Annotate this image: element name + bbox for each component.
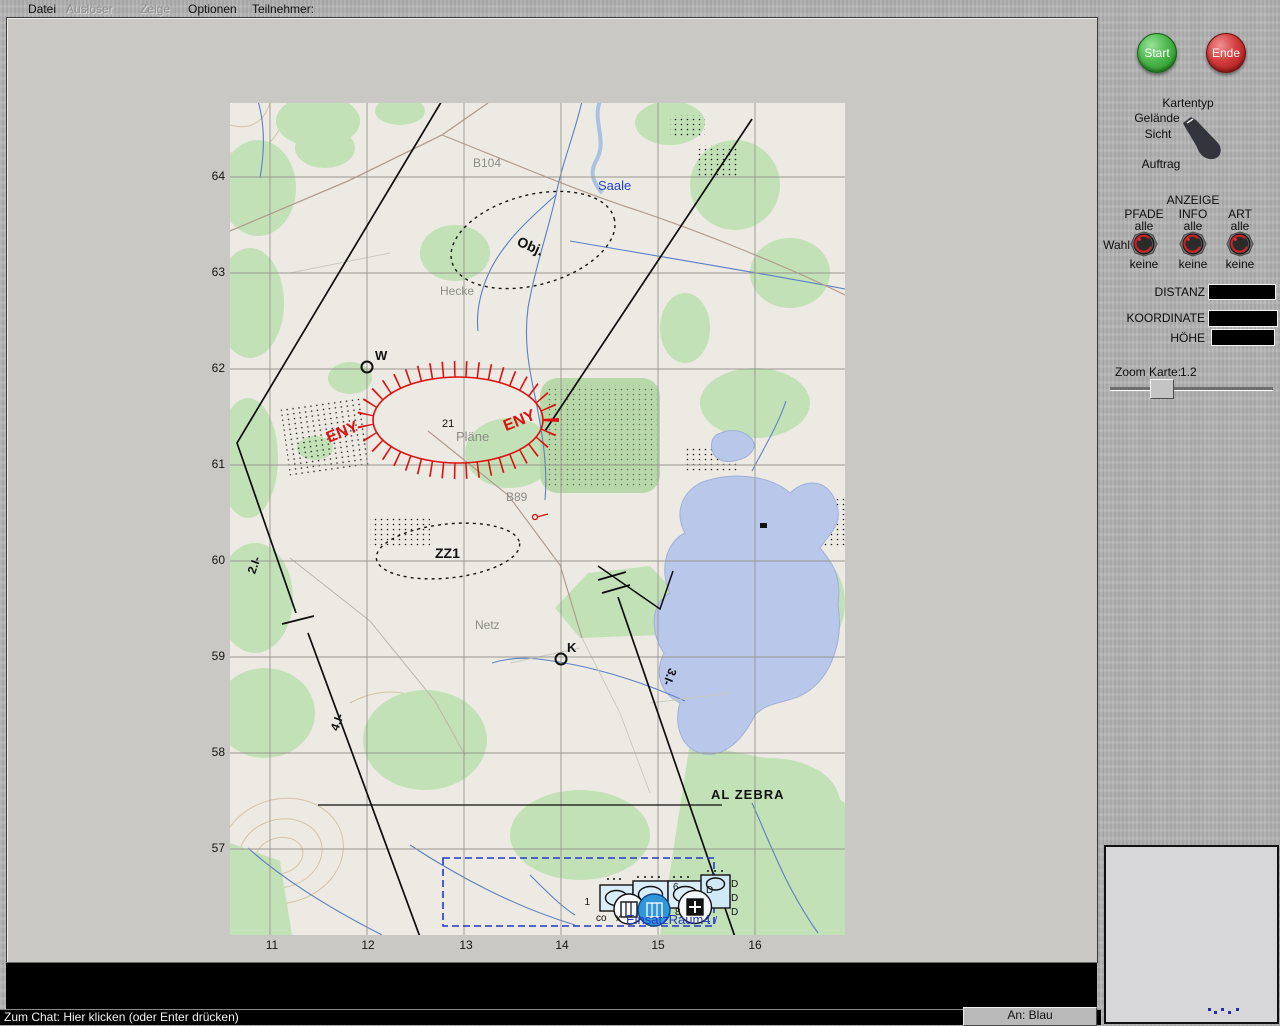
mini-unit-mark: [1221, 1008, 1224, 1011]
grid-label-y: 63: [211, 265, 225, 279]
distanz-label: DISTANZ: [1154, 285, 1205, 299]
grid-label-x: 14: [555, 938, 569, 952]
label-k: K: [567, 640, 577, 655]
grid-label-y: 64: [211, 169, 225, 183]
zoom-slider-track[interactable]: [1110, 387, 1273, 391]
mini-unit-mark: [1228, 1011, 1231, 1014]
unit-mark-8: 8: [675, 907, 681, 918]
unit-mark-d: D: [731, 879, 738, 890]
ende-button[interactable]: Ende: [1206, 33, 1246, 73]
gelaende-option[interactable]: Gelände: [1134, 111, 1179, 125]
mini-info-box: [1104, 845, 1279, 1024]
menu-datei[interactable]: Datei: [28, 2, 56, 16]
pfade-keine-label: keine: [1129, 257, 1159, 271]
unit-mark-d: D: [706, 885, 713, 896]
label-b89: B89: [506, 490, 528, 504]
menu-bar: Datei Auslöser Zeige Optionen Teilnehmer…: [0, 0, 1280, 17]
grid-label-y: 60: [211, 553, 225, 567]
unit-mark-d: D: [731, 893, 738, 904]
auftrag-option[interactable]: Auftrag: [1142, 157, 1181, 171]
unit-mark-d: D: [731, 907, 738, 918]
koordinate-label: KOORDINATE: [1126, 311, 1205, 325]
hoehe-field: [1211, 329, 1275, 346]
distanz-field: [1208, 284, 1276, 300]
grid-label-y: 58: [211, 745, 225, 759]
koordinate-field: [1208, 310, 1278, 327]
info-knob[interactable]: [1178, 231, 1208, 259]
label-netz: Netz: [475, 618, 500, 632]
wahl-label: Wahl: [1103, 238, 1130, 252]
label-saale: Saale: [598, 178, 631, 193]
chat-recipient-button[interactable]: An: Blau: [963, 1007, 1097, 1026]
label-einsatzraum-tail: . /: [708, 915, 718, 927]
unit-mark-co: co: [596, 913, 607, 924]
label-al-zebra: AL ZEBRA: [711, 787, 784, 802]
art-keine-label: keine: [1225, 257, 1255, 271]
grid-label-x: 15: [651, 938, 665, 952]
mini-unit-mark: [1214, 1011, 1217, 1014]
label-21: 21: [442, 418, 454, 430]
label-plaene: Pläne: [456, 429, 489, 444]
label-hecke: Hecke: [440, 284, 474, 298]
grid-label-y: 57: [211, 841, 225, 855]
menu-optionen[interactable]: Optionen: [188, 2, 237, 16]
grid-label-y: 59: [211, 649, 225, 663]
zoom-karte-label: Zoom Karte:: [1115, 365, 1182, 379]
start-button[interactable]: Start: [1137, 33, 1177, 73]
art-knob[interactable]: [1225, 231, 1255, 259]
info-keine-label: keine: [1178, 257, 1208, 271]
unit-mark-1: 1: [584, 897, 590, 908]
chat-input-bar[interactable]: Zum Chat: Hier klicken (oder Enter drück…: [0, 1009, 1101, 1025]
grid-label-x: 16: [748, 938, 762, 952]
topo-map[interactable]: B104 Saale Obj. Hecke W ENY ENY 21 Pläne…: [230, 103, 845, 935]
grid-label-x: 12: [361, 938, 375, 952]
menu-ausloeser: Auslöser: [66, 2, 113, 16]
label-einsatzraum: EinsatzRaum4: [626, 912, 711, 927]
zoom-karte-value: 1.2: [1180, 365, 1197, 379]
grid-label-y: 61: [211, 457, 225, 471]
sicht-option[interactable]: Sicht: [1145, 127, 1172, 141]
label-w: W: [375, 348, 388, 363]
grid-label-x: 11: [265, 938, 279, 952]
pfade-knob[interactable]: [1129, 231, 1159, 259]
grid-label-x: 13: [459, 938, 473, 952]
label-b104: B104: [473, 156, 501, 170]
label-zz1: ZZ1: [435, 545, 460, 561]
unit-mark-x: x: [616, 913, 621, 924]
zoom-slider-handle[interactable]: [1150, 379, 1174, 399]
anzeige-title: ANZEIGE: [1166, 193, 1220, 207]
hoehe-label: HÖHE: [1170, 331, 1205, 345]
kartentyp-label: Kartentyp: [1162, 96, 1214, 110]
mini-unit-mark: [1236, 1008, 1239, 1011]
chat-history-panel: [6, 962, 1097, 1009]
menu-teilnehmer[interactable]: Teilnehmer:: [252, 2, 314, 16]
unit-mark-6: 6: [673, 882, 679, 893]
mini-unit-mark: [1208, 1008, 1211, 1011]
menu-zeige: Zeige: [140, 2, 171, 16]
pen-pointer-icon: [1183, 117, 1221, 160]
grid-label-y: 62: [211, 361, 225, 375]
